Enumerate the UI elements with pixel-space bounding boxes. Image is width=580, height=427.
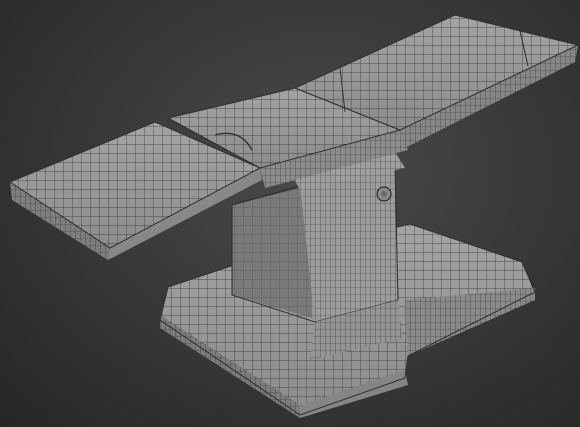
3d-viewport[interactable] <box>0 0 580 427</box>
table-model <box>8 14 580 418</box>
